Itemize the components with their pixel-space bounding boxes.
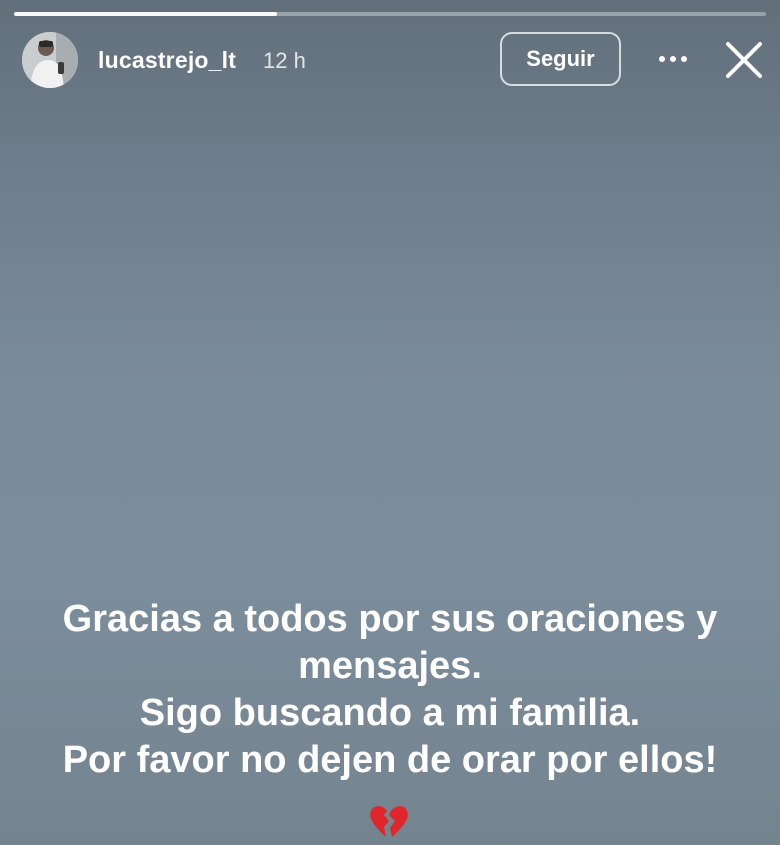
broken-heart-icon — [368, 803, 410, 843]
story-timestamp: 12 h — [263, 48, 306, 73]
story-viewer[interactable]: lucastrejo_lt 12 h Seguir Gracias a todo… — [0, 0, 780, 845]
story-caption: Gracias a todos por sus oraciones y mens… — [0, 596, 780, 784]
follow-button[interactable]: Seguir — [500, 32, 621, 86]
caption-line: mensajes. — [298, 645, 482, 687]
caption-line: Sigo buscando a mi familia. — [139, 692, 641, 734]
username[interactable]: lucastrejo_lt — [98, 47, 236, 74]
close-icon[interactable] — [722, 38, 766, 82]
more-options-icon[interactable] — [652, 44, 696, 74]
story-progress-fill — [14, 12, 278, 16]
avatar[interactable] — [22, 32, 78, 88]
caption-line: Gracias a todos por sus oraciones y — [62, 598, 718, 640]
profile-avatar-image — [22, 32, 78, 88]
story-progress-bar — [14, 12, 766, 16]
story-header: lucastrejo_lt 12 h Seguir — [0, 30, 780, 90]
caption-line: Por favor no dejen de orar por ellos! — [62, 739, 718, 781]
